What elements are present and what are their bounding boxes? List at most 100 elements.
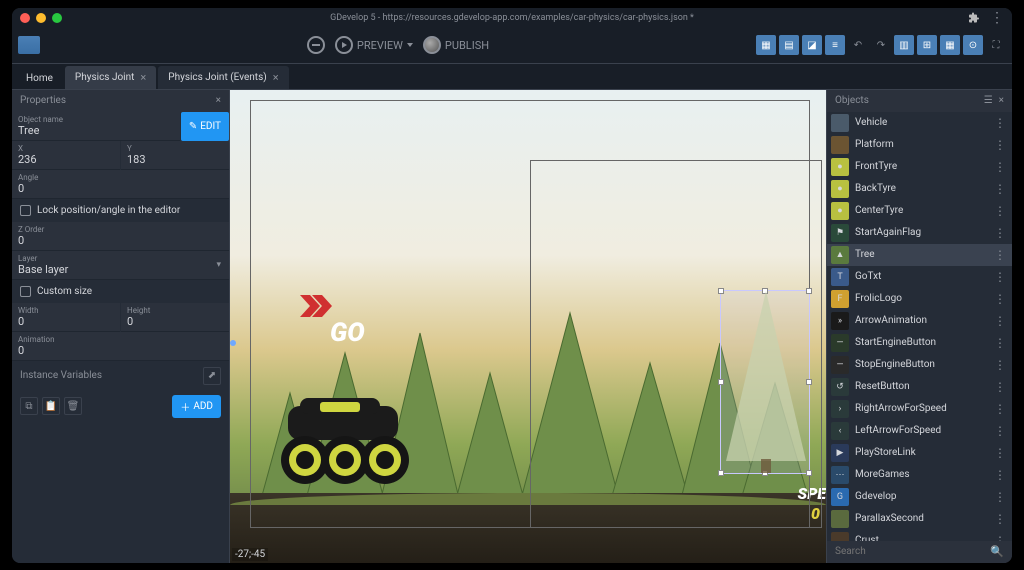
debug-button[interactable] (307, 36, 325, 54)
object-menu-icon[interactable]: ⋮ (992, 336, 1008, 350)
animation-field[interactable]: 0 (18, 344, 24, 357)
delete-icon[interactable]: 🗑 (64, 397, 82, 415)
object-menu-icon[interactable]: ⋮ (992, 182, 1008, 196)
tab-home[interactable]: Home (16, 68, 63, 89)
object-item[interactable]: ↺ResetButton⋮ (827, 376, 1012, 398)
open-variables-icon[interactable]: ⬈ (203, 367, 221, 385)
object-name: Gdevelop (855, 491, 986, 502)
groups-panel-icon[interactable]: ▤ (779, 35, 799, 55)
object-menu-icon[interactable]: ⋮ (992, 160, 1008, 174)
object-menu-icon[interactable]: ⋮ (992, 446, 1008, 460)
properties-panel-icon[interactable]: ◪ (802, 35, 822, 55)
preview-button[interactable]: PREVIEW (335, 36, 413, 54)
object-thumb: F (831, 290, 849, 308)
object-menu-icon[interactable]: ⋮ (992, 380, 1008, 394)
object-thumb: » (831, 312, 849, 330)
object-menu-icon[interactable]: ⋮ (992, 292, 1008, 306)
grid-icon[interactable]: ▦ (940, 35, 960, 55)
object-item[interactable]: ‹LeftArrowForSpeed⋮ (827, 420, 1012, 442)
close-panel-icon[interactable]: × (999, 95, 1004, 106)
object-thumb: ↺ (831, 378, 849, 396)
object-item[interactable]: ⋯MoreGames⋮ (827, 464, 1012, 486)
minimize-window-icon[interactable] (36, 13, 46, 23)
search-icon[interactable]: 🔍 (990, 545, 1004, 558)
maximize-window-icon[interactable] (52, 13, 62, 23)
object-thumb: — (831, 356, 849, 374)
object-item[interactable]: ●CenterTyre⋮ (827, 200, 1012, 222)
close-panel-icon[interactable]: × (216, 95, 221, 106)
object-item[interactable]: ParallaxSecond⋮ (827, 508, 1012, 530)
instances-panel-icon[interactable]: ≡ (825, 35, 845, 55)
object-menu-icon[interactable]: ⋮ (992, 490, 1008, 504)
object-item[interactable]: —StartEngineButton⋮ (827, 332, 1012, 354)
scene-canvas[interactable]: GO SPE 0 (230, 90, 826, 563)
extension-icon[interactable] (968, 12, 980, 24)
copy-icon[interactable]: ⧉ (20, 397, 38, 415)
object-item[interactable]: ▲Tree⋮ (827, 244, 1012, 266)
angle-field[interactable]: 0 (18, 182, 24, 195)
object-menu-icon[interactable]: ⋮ (992, 358, 1008, 372)
object-item[interactable]: ●FrontTyre⋮ (827, 156, 1012, 178)
object-item[interactable]: ⚑StartAgainFlag⋮ (827, 222, 1012, 244)
object-menu-icon[interactable]: ⋮ (992, 248, 1008, 262)
object-item[interactable]: »ArrowAnimation⋮ (827, 310, 1012, 332)
width-field[interactable]: 0 (18, 315, 24, 328)
object-menu-icon[interactable]: ⋮ (992, 468, 1008, 482)
object-item[interactable]: FFrolicLogo⋮ (827, 288, 1012, 310)
layer-select[interactable]: Layer Base layer (12, 251, 229, 280)
close-icon[interactable]: × (273, 71, 279, 84)
project-manager-icon[interactable] (18, 36, 40, 54)
object-item[interactable]: Platform⋮ (827, 134, 1012, 156)
object-menu-icon[interactable]: ⋮ (992, 226, 1008, 240)
close-icon[interactable]: × (140, 71, 146, 84)
undo-icon[interactable]: ↶ (848, 35, 868, 55)
object-menu-icon[interactable]: ⋮ (992, 116, 1008, 130)
x-field[interactable]: 236 (18, 153, 37, 166)
object-name: StartAgainFlag (855, 227, 986, 238)
object-menu-icon[interactable]: ⋮ (992, 512, 1008, 526)
object-menu-icon[interactable]: ⋮ (992, 534, 1008, 541)
fullscreen-icon[interactable]: ⛶ (986, 35, 1006, 55)
y-field[interactable]: 183 (127, 153, 146, 166)
paste-icon[interactable]: 📋 (42, 397, 60, 415)
object-item[interactable]: ●BackTyre⋮ (827, 178, 1012, 200)
object-item[interactable]: ›RightArrowForSpeed⋮ (827, 398, 1012, 420)
edit-button[interactable]: ✎ EDIT (181, 112, 229, 141)
object-item[interactable]: Crust⋮ (827, 530, 1012, 541)
more-menu-icon[interactable]: ⋮ (990, 13, 1004, 23)
layers-panel-icon[interactable]: ▥ (894, 35, 914, 55)
object-menu-icon[interactable]: ⋮ (992, 314, 1008, 328)
height-field[interactable]: 0 (127, 315, 133, 328)
object-menu-icon[interactable]: ⋮ (992, 402, 1008, 416)
object-item[interactable]: ▶PlayStoreLink⋮ (827, 442, 1012, 464)
custom-size-checkbox[interactable]: Custom size (12, 280, 229, 303)
objects-panel-icon[interactable]: ▦ (756, 35, 776, 55)
object-item[interactable]: TGoTxt⋮ (827, 266, 1012, 288)
search-input[interactable] (835, 546, 990, 557)
close-window-icon[interactable] (20, 13, 30, 23)
object-thumb: › (831, 400, 849, 418)
tool-b-icon[interactable]: ⊞ (917, 35, 937, 55)
lock-checkbox[interactable]: Lock position/angle in the editor (12, 199, 229, 222)
objects-list: Vehicle⋮Platform⋮●FrontTyre⋮●BackTyre⋮●C… (827, 112, 1012, 541)
tab-events[interactable]: Physics Joint (Events) × (158, 66, 288, 89)
object-thumb (831, 532, 849, 541)
object-item[interactable]: GGdevelop⋮ (827, 486, 1012, 508)
selection-frame[interactable] (720, 290, 810, 474)
object-item[interactable]: Vehicle⋮ (827, 112, 1012, 134)
zoom-fit-icon[interactable]: ⊙ (963, 35, 983, 55)
tab-scene[interactable]: Physics Joint × (65, 66, 156, 89)
filter-icon[interactable]: ☰ (984, 95, 993, 106)
object-name: LeftArrowForSpeed (855, 425, 986, 436)
checkbox-icon (20, 205, 31, 216)
toolbar-tools: ▦ ▤ ◪ ≡ ↶ ↷ ▥ ⊞ ▦ ⊙ ⛶ (756, 35, 1006, 55)
publish-button[interactable]: PUBLISH (423, 36, 489, 54)
object-menu-icon[interactable]: ⋮ (992, 270, 1008, 284)
z-order-field[interactable]: 0 (18, 234, 24, 247)
object-menu-icon[interactable]: ⋮ (992, 424, 1008, 438)
object-menu-icon[interactable]: ⋮ (992, 204, 1008, 218)
object-item[interactable]: —StopEngineButton⋮ (827, 354, 1012, 376)
redo-icon[interactable]: ↷ (871, 35, 891, 55)
add-variable-button[interactable]: ＋ ADD (172, 395, 221, 418)
object-menu-icon[interactable]: ⋮ (992, 138, 1008, 152)
